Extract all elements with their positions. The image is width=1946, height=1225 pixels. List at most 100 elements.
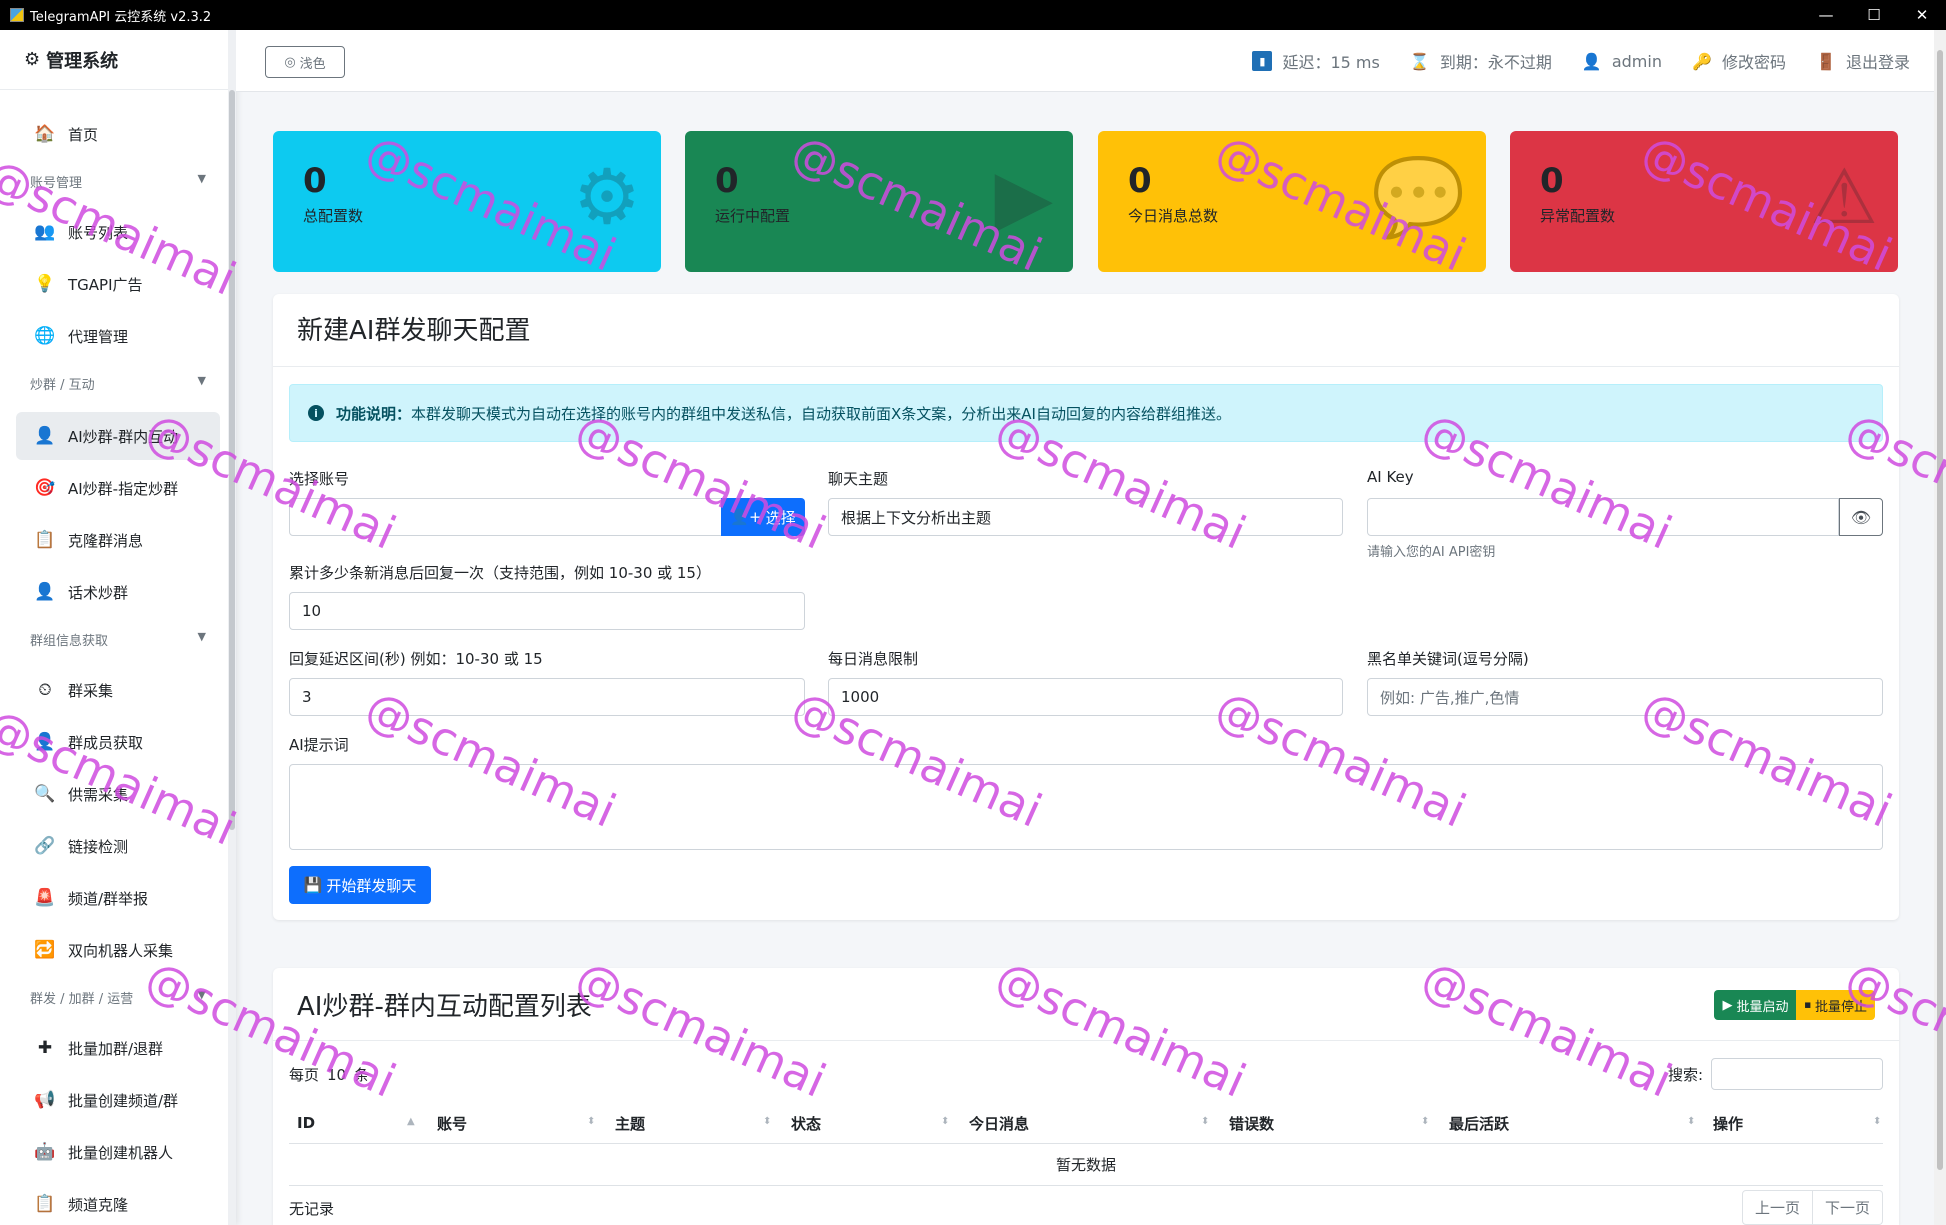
column-header[interactable]: 主题 bbox=[615, 1102, 645, 1144]
nav-icon: 👤 bbox=[34, 732, 56, 752]
minimize-button[interactable]: — bbox=[1802, 0, 1850, 30]
change-password-link[interactable]: 🔑 修改密码 bbox=[1692, 49, 1786, 73]
info-icon: i bbox=[308, 405, 324, 421]
page-scrollbar[interactable] bbox=[1934, 30, 1946, 1225]
sidebar-item-label: AI炒群-群内互动 bbox=[68, 427, 179, 446]
sidebar-item-label: 克隆群消息 bbox=[68, 531, 144, 550]
nav-icon: 📋 bbox=[34, 1194, 56, 1214]
next-page-button[interactable]: 下一页 bbox=[1812, 1190, 1883, 1225]
aikey-input[interactable] bbox=[1367, 498, 1839, 536]
sidebar-item-17[interactable]: 📋 频道克隆 bbox=[16, 1180, 220, 1225]
window-titlebar: TelegramAPI 云控系统 v2.3.2 — ☐ ✕ bbox=[0, 0, 1946, 30]
nav-icon: 🏠 bbox=[34, 124, 56, 144]
sort-icon[interactable]: ⬍ bbox=[1421, 1116, 1429, 1127]
stat-icon: ▶ bbox=[994, 152, 1053, 241]
eye-icon: 👁 bbox=[1850, 507, 1872, 527]
sidebar-item-7[interactable]: 👤 话术炒群 bbox=[16, 568, 220, 616]
sort-icon[interactable]: ⬍ bbox=[587, 1116, 595, 1127]
column-header[interactable]: ID bbox=[297, 1102, 315, 1144]
maximize-button[interactable]: ☐ bbox=[1850, 0, 1898, 30]
select-account-button[interactable]: 👤+ 选择 bbox=[721, 498, 805, 536]
account-input[interactable] bbox=[289, 498, 723, 536]
column-header[interactable]: 错误数 bbox=[1229, 1102, 1274, 1144]
column-header[interactable]: 最后活跃 bbox=[1449, 1102, 1509, 1144]
delay-input[interactable]: 3 bbox=[289, 678, 805, 716]
select-account-label: 选择 bbox=[765, 508, 796, 527]
sidebar-item-0[interactable]: 🏠 首页 bbox=[16, 110, 220, 158]
sidebar-item-9[interactable]: 👤 群成员获取 bbox=[16, 718, 220, 766]
form-title: 新建AI群发聊天配置 bbox=[297, 316, 531, 346]
sidebar-item-11[interactable]: 🔗 链接检测 bbox=[16, 822, 220, 870]
topic-input[interactable]: 根据上下文分析出主题 bbox=[828, 498, 1343, 536]
sidebar-group-header[interactable]: 群组信息获取 ▼ bbox=[30, 630, 206, 649]
sort-icon[interactable]: ⬍ bbox=[1201, 1116, 1209, 1127]
sidebar-brand[interactable]: ⚙ 管理系统 bbox=[0, 30, 236, 90]
theme-toggle-button[interactable]: ◎ 浅色 bbox=[265, 46, 345, 78]
sidebar-group-header[interactable]: 群发 / 加群 / 运营 ▼ bbox=[30, 988, 206, 1007]
sidebar-group-header[interactable]: 账号管理 ▼ bbox=[30, 172, 206, 191]
start-broadcast-button[interactable]: 💾 开始群发聊天 bbox=[289, 866, 431, 904]
sidebar-item-2[interactable]: 💡 TGAPI广告 bbox=[16, 260, 220, 308]
sidebar-item-label: 频道/群举报 bbox=[68, 889, 149, 908]
sort-icon[interactable]: ▲ bbox=[407, 1116, 415, 1127]
sidebar-item-10[interactable]: 🔍 供需采集 bbox=[16, 770, 220, 818]
sort-icon[interactable]: ⬍ bbox=[1873, 1116, 1881, 1127]
logout-label: 退出登录 bbox=[1845, 53, 1910, 72]
logout-link[interactable]: 🚪 退出登录 bbox=[1816, 49, 1910, 73]
sidebar-item-12[interactable]: 🚨 频道/群举报 bbox=[16, 874, 220, 922]
nav-icon: 🤖 bbox=[34, 1142, 56, 1162]
prompt-textarea[interactable] bbox=[289, 764, 1883, 850]
table-header: ID ▲ 账号 ⬍ 主题 ⬍ 状态 ⬍ 今日消息 ⬍ 错误数 ⬍ 最后活跃 ⬍ 操作 ⬍ bbox=[289, 1102, 1883, 1144]
toggle-visibility-button[interactable]: 👁 bbox=[1839, 498, 1883, 536]
sidebar-item-13[interactable]: 🔁 双向机器人采集 bbox=[16, 926, 220, 974]
daily-limit-input[interactable]: 1000 bbox=[828, 678, 1343, 716]
page-scroll-thumb[interactable] bbox=[1937, 50, 1943, 1170]
blacklist-input[interactable]: 例如: 广告,推广,色情 bbox=[1367, 678, 1883, 716]
stat-card: 0 总配置数 ⚙ bbox=[273, 131, 661, 272]
door-icon: 🚪 bbox=[1816, 51, 1836, 71]
batch-start-button[interactable]: ▶ 批量启动 bbox=[1714, 990, 1797, 1020]
column-header[interactable]: 账号 bbox=[437, 1102, 467, 1144]
close-button[interactable]: ✕ bbox=[1898, 0, 1946, 30]
gear-icon: ⚙ bbox=[24, 49, 41, 70]
sidebar-item-14[interactable]: ✚ 批量加群/退群 bbox=[16, 1024, 220, 1072]
blacklist-label: 黑名单关键词(逗号分隔) bbox=[1367, 650, 1529, 668]
column-header[interactable]: 状态 bbox=[791, 1102, 821, 1144]
sidebar-item-1[interactable]: 👥 账号列表 bbox=[16, 208, 220, 256]
pagination: 上一页 下一页 bbox=[1741, 1190, 1883, 1225]
config-form-panel: 新建AI群发聊天配置 i 功能说明： 本群发聊天模式为自动在选择的账号内的群组中… bbox=[273, 294, 1899, 920]
user-menu[interactable]: 👤 admin bbox=[1582, 51, 1662, 71]
nav-icon: 👤 bbox=[34, 426, 56, 446]
sidebar-item-4[interactable]: 👤 AI炒群-群内互动 bbox=[16, 412, 220, 460]
divider bbox=[273, 1040, 1899, 1041]
sidebar-scrollbar[interactable] bbox=[228, 30, 236, 1225]
per-page-prefix: 每页 bbox=[289, 1066, 320, 1084]
nav-icon: 🔍 bbox=[34, 784, 56, 804]
batch-stop-button[interactable]: ⏹ 批量停止 bbox=[1796, 990, 1875, 1020]
user-name: admin bbox=[1611, 51, 1662, 71]
sidebar-item-6[interactable]: 📋 克隆群消息 bbox=[16, 516, 220, 564]
topbar: ◎ 浅色 ▮ 延迟：15 ms ⌛ 到期：永不过期 👤 admin 🔑 修改密码… bbox=[236, 30, 1934, 92]
stat-value: 0 bbox=[715, 161, 739, 201]
column-header[interactable]: 今日消息 bbox=[969, 1102, 1029, 1144]
threshold-input[interactable]: 10 bbox=[289, 592, 805, 630]
sidebar-scroll-thumb[interactable] bbox=[229, 90, 235, 830]
sort-icon[interactable]: ⬍ bbox=[941, 1116, 949, 1127]
sidebar-item-8[interactable]: ⏲ 群采集 bbox=[16, 666, 220, 714]
nav-icon: 🌐 bbox=[34, 326, 56, 346]
sidebar-item-label: 群采集 bbox=[68, 681, 114, 700]
search-input[interactable] bbox=[1711, 1058, 1883, 1090]
sidebar-item-3[interactable]: 🌐 代理管理 bbox=[16, 312, 220, 360]
column-header[interactable]: 操作 bbox=[1713, 1102, 1743, 1144]
brand-label: 管理系统 bbox=[46, 50, 119, 72]
nav-icon: 💡 bbox=[34, 274, 56, 294]
sidebar-item-16[interactable]: 🤖 批量创建机器人 bbox=[16, 1128, 220, 1176]
sidebar-item-15[interactable]: 📢 批量创建频道/群 bbox=[16, 1076, 220, 1124]
per-page-select[interactable]: 10 bbox=[327, 1066, 346, 1084]
sidebar-item-5[interactable]: 🎯 AI炒群-指定炒群 bbox=[16, 464, 220, 512]
sidebar-group-header[interactable]: 炒群 / 互动 ▼ bbox=[30, 374, 206, 393]
stat-label: 运行中配置 bbox=[715, 207, 791, 225]
sort-icon[interactable]: ⬍ bbox=[763, 1116, 771, 1127]
sort-icon[interactable]: ⬍ bbox=[1687, 1116, 1695, 1127]
prev-page-button[interactable]: 上一页 bbox=[1741, 1190, 1813, 1225]
